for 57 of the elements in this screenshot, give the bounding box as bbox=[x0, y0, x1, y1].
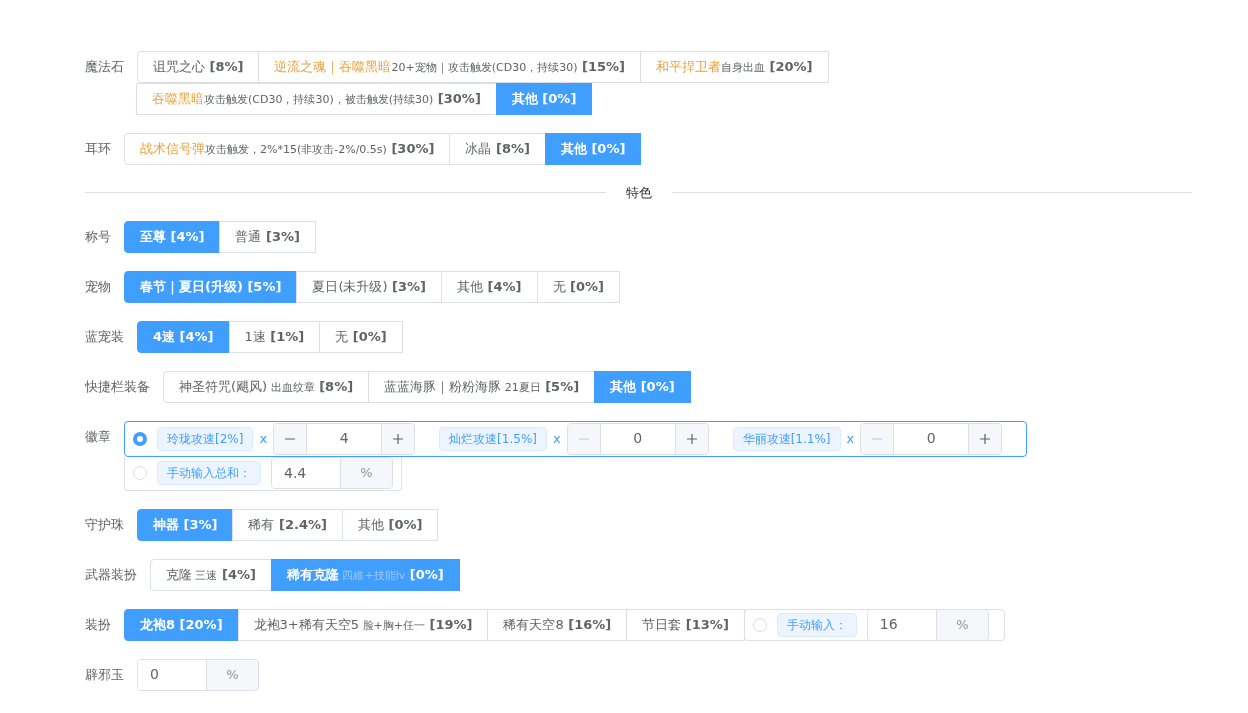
option-button[interactable]: 1速 [1%] bbox=[228, 320, 321, 353]
field-label: 耳环 bbox=[85, 140, 111, 158]
number-input[interactable]: 0 bbox=[599, 423, 676, 454]
option-button[interactable]: 无 [0%] bbox=[536, 270, 620, 303]
plus-icon bbox=[979, 432, 992, 445]
percent-input[interactable]: 0 % bbox=[137, 658, 259, 691]
times-sign: x bbox=[258, 429, 269, 448]
sum-input[interactable]: 4.4 % bbox=[271, 457, 393, 489]
option-button[interactable]: 神圣符咒(飓风) 出血纹章 [8%] bbox=[163, 370, 370, 403]
input-tag: 手动输入总和： bbox=[157, 461, 261, 485]
field-label: 快捷栏装备 bbox=[85, 377, 150, 396]
option-button[interactable]: 节日套 [13%] bbox=[626, 608, 745, 641]
plus-button[interactable] bbox=[382, 423, 415, 454]
option-button[interactable]: 冰晶 [8%] bbox=[449, 133, 546, 165]
option-button[interactable]: 吞噬黑暗攻击触发(CD30，持续30)，被击触发(持续30) [30%] bbox=[136, 83, 497, 115]
times-sign: x bbox=[551, 429, 562, 448]
number-input[interactable]: 4 bbox=[306, 423, 383, 454]
divider-title: 特色 bbox=[624, 184, 653, 202]
option-button[interactable]: 克隆 三速 [4%] bbox=[150, 558, 272, 591]
input-tag: 华丽攻速[1.1%] bbox=[732, 426, 841, 451]
option-button[interactable]: 其他 [4%] bbox=[441, 270, 538, 303]
option-button[interactable]: 和平捍卫者自身出血 [20%] bbox=[639, 51, 829, 83]
field-label: 魔法石 bbox=[85, 58, 124, 76]
plus-button[interactable] bbox=[969, 423, 1002, 454]
input-tag: 玲珑攻速[2%] bbox=[157, 426, 254, 451]
option-button[interactable]: 稀有天空8 [16%] bbox=[487, 608, 628, 641]
field-label: 辟邪玉 bbox=[85, 665, 124, 684]
field-label: 徽章 bbox=[85, 427, 111, 446]
option-button[interactable]: 其他 [0%] bbox=[341, 508, 439, 541]
unit-label: % bbox=[206, 659, 258, 690]
field-label: 守护珠 bbox=[85, 515, 124, 534]
unit-label: % bbox=[340, 458, 392, 488]
field-label: 蓝宠装 bbox=[85, 327, 124, 346]
option-button[interactable]: 稀有 [2.4%] bbox=[232, 508, 343, 541]
option-button[interactable]: 诅咒之心 [8%] bbox=[137, 51, 260, 83]
number-stepper[interactable]: 0 bbox=[566, 422, 709, 455]
number-stepper[interactable]: 0 bbox=[860, 422, 1003, 455]
plus-icon bbox=[392, 432, 405, 445]
field-label: 装扮 bbox=[85, 615, 111, 634]
input-tag: 灿烂攻速[1.5%] bbox=[439, 426, 547, 451]
plus-button[interactable] bbox=[675, 423, 708, 454]
plus-icon bbox=[685, 432, 698, 445]
number-input[interactable]: 0 bbox=[893, 423, 970, 454]
option-button[interactable]: 蓝蓝海豚｜粉粉海豚 21夏日 [5%] bbox=[368, 370, 596, 403]
number-stepper[interactable]: 4 bbox=[273, 422, 416, 455]
option-button[interactable]: 无 [0%] bbox=[319, 320, 403, 353]
option-button[interactable]: 龙袍3+稀有天空5 脸+胸+任一 [19%] bbox=[237, 608, 489, 641]
field-label: 武器装扮 bbox=[85, 565, 137, 584]
option-button[interactable]: 夏日(未升级) [3%] bbox=[296, 270, 442, 303]
radio-button[interactable] bbox=[133, 431, 147, 446]
option-button[interactable]: 逆流之魂｜吞噬黑暗20+宠物｜攻击触发(CD30，持续30) [15%] bbox=[258, 51, 641, 83]
option-button[interactable]: 普通 [3%] bbox=[219, 220, 316, 253]
times-sign: x bbox=[845, 429, 856, 448]
field-label: 称号 bbox=[85, 227, 111, 246]
minus-button[interactable] bbox=[274, 423, 307, 454]
field-label: 宠物 bbox=[85, 277, 111, 296]
option-button[interactable]: 战术信号弹攻击触发，2%*15(非攻击-2%/0.5s) [30%] bbox=[124, 133, 451, 165]
